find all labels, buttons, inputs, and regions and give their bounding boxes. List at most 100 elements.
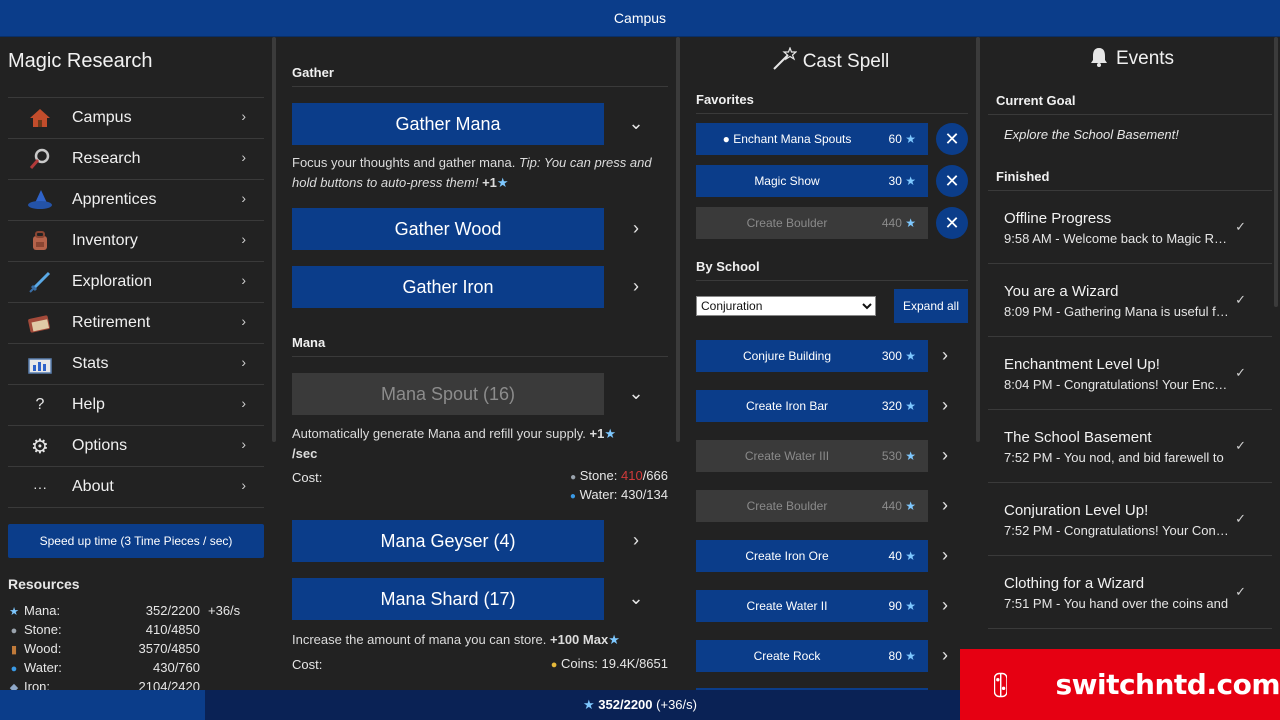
- location-title: Campus: [613, 10, 667, 26]
- event-item[interactable]: Clothing for a Wizard 7:51 PM - You hand…: [988, 556, 1272, 629]
- spell-button[interactable]: Create Rock 80 ★: [696, 640, 928, 672]
- chevron-right-icon[interactable]: ›: [942, 545, 948, 566]
- resource-name: Iron:: [24, 679, 51, 690]
- spell-label: Enchant Mana Spouts: [733, 132, 852, 146]
- resource-row-stone: ● Stone: 410/4850: [8, 622, 264, 641]
- chevron-right-icon[interactable]: ›: [942, 345, 948, 366]
- check-icon: ✓: [1235, 584, 1246, 599]
- current-goal-title: Current Goal: [996, 93, 1076, 108]
- chevron-right-icon[interactable]: ›: [942, 445, 948, 466]
- events-panel: Events Current Goal Explore the School B…: [984, 37, 1280, 690]
- spell-button[interactable]: Create Iron Bar 320 ★: [696, 390, 928, 422]
- spell-cost: 300: [881, 349, 902, 363]
- chevron-right-icon[interactable]: ›: [624, 276, 648, 300]
- chevron-down-icon[interactable]: ⌄: [624, 113, 648, 137]
- chevron-right-icon[interactable]: ›: [624, 218, 648, 242]
- chevron-right-icon[interactable]: ›: [942, 645, 948, 666]
- chevron-right-icon: ›: [241, 108, 246, 124]
- favorite-spell-button[interactable]: Magic Show 30 ★: [696, 165, 928, 197]
- mana-star-icon: ★: [9, 606, 19, 618]
- sidebar-item-research[interactable]: Research ›: [8, 139, 264, 180]
- expand-all-button[interactable]: Expand all: [894, 289, 968, 323]
- spell-button[interactable]: Create Boulder 440 ★: [696, 490, 928, 522]
- spell-label: Create Water III: [744, 449, 830, 463]
- spell-button[interactable]: Conjure Building 300 ★: [696, 340, 928, 372]
- remove-favorite-button[interactable]: ✕: [936, 123, 968, 155]
- event-title: Enchantment Level Up!: [1004, 356, 1160, 373]
- gather-scrollbar[interactable]: [676, 37, 680, 442]
- chevron-right-icon: ›: [241, 190, 246, 206]
- resource-value: 410/4850: [145, 622, 200, 637]
- mana-shard-button[interactable]: Mana Shard (17): [292, 578, 604, 620]
- favorite-spell-button[interactable]: ● Enchant Mana Spouts 60 ★: [696, 123, 928, 155]
- gather-iron-button[interactable]: Gather Iron: [292, 266, 604, 308]
- spell-button[interactable]: Create Water III 530 ★: [696, 440, 928, 472]
- event-item[interactable]: Enchantment Level Up! 8:04 PM - Congratu…: [988, 337, 1272, 410]
- sidebar-item-retirement[interactable]: Retirement ›: [8, 303, 264, 344]
- event-item[interactable]: Offline Progress 9:58 AM - Welcome back …: [988, 191, 1272, 264]
- event-item[interactable]: Conjuration Level Up! 7:52 PM - Congratu…: [988, 483, 1272, 556]
- chevron-right-icon[interactable]: ›: [942, 395, 948, 416]
- gain-unit: /sec: [292, 446, 318, 461]
- mana-spout-button[interactable]: Mana Spout (16): [292, 373, 604, 415]
- event-item[interactable]: You are a Wizard 8:09 PM - Gathering Man…: [988, 264, 1272, 337]
- mana-star-icon: ★: [905, 349, 916, 363]
- chevron-right-icon[interactable]: ›: [624, 530, 648, 554]
- coins-icon: ●: [550, 659, 558, 671]
- spout-cost-water: ● Water: 430/134: [570, 487, 668, 502]
- sidebar-item-exploration[interactable]: Exploration ›: [8, 262, 264, 303]
- chevron-right-icon[interactable]: ›: [942, 595, 948, 616]
- gather-mana-button[interactable]: Gather Mana: [292, 103, 604, 145]
- resource-value: 3570/4850: [138, 641, 200, 656]
- sidebar-item-inventory[interactable]: Inventory ›: [8, 221, 264, 262]
- school-select[interactable]: Conjuration: [696, 296, 876, 316]
- spell-cost: 440: [881, 216, 902, 230]
- sidebar-item-help[interactable]: ? Help ›: [8, 385, 264, 426]
- mana-star-icon: ★: [496, 175, 509, 190]
- chevron-down-icon[interactable]: ⌄: [624, 588, 648, 612]
- cost-have-insufficient: 410: [620, 468, 643, 483]
- cast-scrollbar[interactable]: [976, 37, 980, 442]
- events-scrollbar[interactable]: [1274, 37, 1278, 307]
- resource-row-water: ● Water: 430/760: [8, 660, 264, 679]
- chevron-right-icon: ›: [241, 149, 246, 165]
- spell-button[interactable]: Create Water II 90 ★: [696, 590, 928, 622]
- sidebar-item-label: Options: [72, 437, 128, 454]
- gear-icon: ⚙: [31, 435, 49, 458]
- chart-icon: [26, 350, 54, 378]
- divider: [696, 280, 968, 281]
- chevron-right-icon: ›: [241, 436, 246, 452]
- resource-name: Wood:: [24, 641, 62, 656]
- speed-up-time-button[interactable]: Speed up time (3 Time Pieces / sec): [8, 524, 264, 558]
- sidebar-item-label: Help: [72, 396, 105, 413]
- cost-text: Coins: 19.4K/8651: [561, 656, 668, 671]
- spell-button[interactable]: Create Iron Ore 40 ★: [696, 540, 928, 572]
- remove-favorite-button[interactable]: ✕: [936, 165, 968, 197]
- iron-icon: ◆: [9, 682, 19, 690]
- sidebar-item-campus[interactable]: Campus ›: [8, 98, 264, 139]
- event-item[interactable]: The School Basement 7:52 PM - You nod, a…: [988, 410, 1272, 483]
- sidebar-item-label: Apprentices: [72, 191, 157, 208]
- mana-geyser-button[interactable]: Mana Geyser (4): [292, 520, 604, 562]
- sidebar-item-stats[interactable]: Stats ›: [8, 344, 264, 385]
- spell-label: Create Boulder: [746, 216, 828, 230]
- sidebar-item-about[interactable]: ··· About ›: [8, 467, 264, 508]
- close-icon: ✕: [944, 170, 960, 191]
- cost-label: Cost:: [292, 470, 323, 485]
- nav-menu: Campus › Research › Apprentices › Invent…: [8, 97, 264, 508]
- remove-favorite-button[interactable]: ✕: [936, 207, 968, 239]
- favorite-spell-button[interactable]: Create Boulder 440 ★: [696, 207, 928, 239]
- chevron-down-icon[interactable]: ⌄: [624, 383, 648, 407]
- spell-cost: 90: [888, 599, 902, 613]
- mana-amount: 352/2200: [598, 697, 653, 712]
- resource-name: Water:: [24, 660, 62, 675]
- mana-star-icon: ★: [608, 632, 620, 647]
- sidebar-item-apprentices[interactable]: Apprentices ›: [8, 180, 264, 221]
- house-icon: [26, 104, 54, 132]
- sidebar-item-options[interactable]: ⚙ Options ›: [8, 426, 264, 467]
- sidebar-scrollbar[interactable]: [272, 37, 276, 442]
- mana-star-icon: ★: [583, 697, 595, 712]
- gather-wood-button[interactable]: Gather Wood: [292, 208, 604, 250]
- chevron-right-icon[interactable]: ›: [942, 495, 948, 516]
- event-text: 8:04 PM - Congratulations! Your Enchantm…: [1004, 377, 1230, 392]
